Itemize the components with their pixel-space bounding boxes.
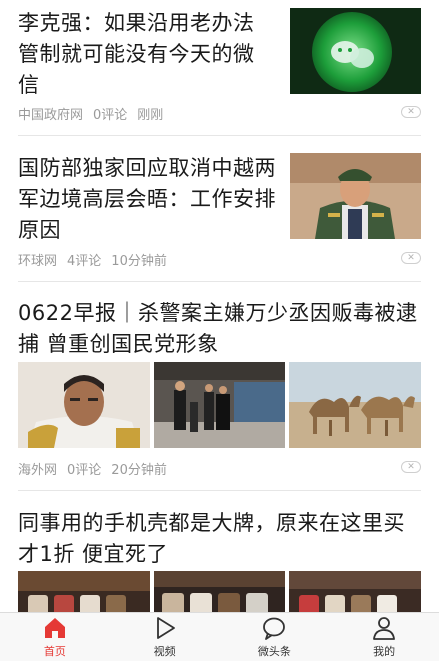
article-item[interactable]: 李克强：如果沿用老办法管制就可能没有今天的微信 中国政府网 0评论 刚刚 ✕ <box>0 0 439 135</box>
article-meta: 海外网 0评论 20分钟前 <box>18 459 167 478</box>
article-item[interactable]: 0622早报｜杀警案主嫌万少丞因贩毒被逮捕 曾重创国民党形象 海外网 0评论 2… <box>0 282 439 490</box>
article-title[interactable]: 国防部独家回应取消中越两军边境高层会晤：工作安排原因 <box>18 153 283 246</box>
dismiss-icon[interactable]: ✕ <box>401 461 421 473</box>
phone-case-store-photo-2 <box>154 571 285 612</box>
play-icon <box>156 617 175 639</box>
bottom-tab-bar: 首页 视频 微头条 我的 <box>0 612 439 661</box>
tab-mine[interactable]: 我的 <box>329 613 439 661</box>
article-meta: 中国政府网 0评论 刚刚 <box>18 104 163 123</box>
article-thumbnail[interactable] <box>290 153 421 239</box>
airport-police-photo <box>154 362 285 448</box>
tab-weitoutiao[interactable]: 微头条 <box>220 613 330 661</box>
article-thumbnail[interactable] <box>290 8 421 94</box>
article-thumbnail[interactable] <box>18 571 150 612</box>
tab-label: 首页 <box>43 645 66 658</box>
article-title[interactable]: 0622早报｜杀警案主嫌万少丞因贩毒被逮捕 曾重创国民党形象 <box>18 298 423 360</box>
article-thumbnail[interactable] <box>18 362 150 448</box>
chat-bubble-icon <box>263 617 286 640</box>
article-comment-count: 0评论 <box>67 463 102 478</box>
article-comment-count: 0评论 <box>93 108 128 123</box>
article-title[interactable]: 同事用的手机壳都是大牌，原来在这里买才1折 便宜死了 <box>18 508 423 570</box>
article-meta: 环球网 4评论 10分钟前 <box>18 250 167 269</box>
phone-case-store-photo-3 <box>289 571 421 612</box>
article-thumbnail[interactable] <box>289 362 421 448</box>
article-thumbnail[interactable] <box>289 571 421 612</box>
dismiss-icon[interactable]: ✕ <box>401 106 421 118</box>
article-comment-count: 4评论 <box>67 254 102 269</box>
article-source: 环球网 <box>18 254 58 269</box>
article-time: 刚刚 <box>137 108 164 123</box>
tab-video[interactable]: 视频 <box>110 613 220 661</box>
tab-label: 我的 <box>373 645 396 658</box>
article-title[interactable]: 李克强：如果沿用老办法管制就可能没有今天的微信 <box>18 8 273 101</box>
news-feed[interactable]: 李克强：如果沿用老办法管制就可能没有今天的微信 中国政府网 0评论 刚刚 ✕ 国… <box>0 0 439 612</box>
military-officer-photo <box>290 153 421 239</box>
article-item[interactable]: 国防部独家回应取消中越两军边境高层会晤：工作安排原因 环球网 4评论 10分钟前… <box>0 136 439 281</box>
article-source: 中国政府网 <box>18 108 84 123</box>
king-portrait-photo <box>18 362 150 448</box>
tab-home[interactable]: 首页 <box>0 613 110 661</box>
tab-label: 视频 <box>153 645 176 658</box>
phone-case-store-photo-1 <box>18 571 150 612</box>
article-time: 10分钟前 <box>111 254 167 269</box>
article-thumbnail[interactable] <box>154 571 285 612</box>
home-icon <box>44 618 65 638</box>
dismiss-icon[interactable]: ✕ <box>401 252 421 264</box>
wechat-logo-photo <box>290 8 421 94</box>
user-icon <box>373 617 396 640</box>
article-thumbnail[interactable] <box>154 362 285 448</box>
article-time: 20分钟前 <box>111 463 167 478</box>
camels-desert-photo <box>289 362 421 448</box>
article-item[interactable]: 同事用的手机壳都是大牌，原来在这里买才1折 便宜死了 <box>0 491 439 612</box>
article-source: 海外网 <box>18 463 58 478</box>
tab-label: 微头条 <box>257 645 291 658</box>
